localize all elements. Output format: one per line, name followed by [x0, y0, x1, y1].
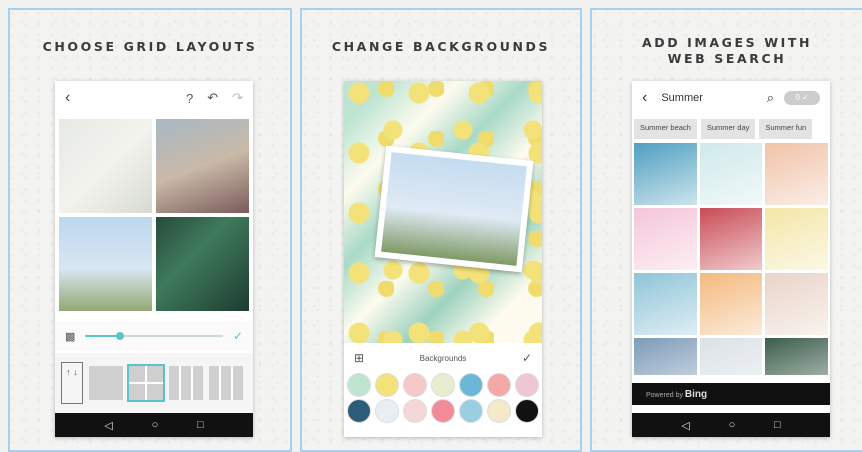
collage-photo-palm-girl[interactable]: [59, 217, 152, 311]
suggestion-chips: Summer beach Summer day Summer fun: [634, 119, 830, 139]
collage-photo-palm-leaves[interactable]: [156, 217, 249, 311]
layout-four-grid[interactable]: [127, 364, 165, 402]
background-swatch[interactable]: [487, 373, 511, 397]
phone-screen-grid: ‹ ? ↶ ↷ ▩ ✓ ↑ ↓ ◁ ○ □: [55, 81, 253, 437]
nav-back-icon[interactable]: ◁: [104, 419, 112, 432]
background-swatch[interactable]: [375, 399, 399, 423]
backgrounds-label: Backgrounds: [419, 353, 467, 363]
search-result-image[interactable]: [699, 208, 763, 270]
background-swatch[interactable]: [431, 399, 455, 423]
suggestion-chip[interactable]: Summer day: [700, 119, 756, 139]
caption-line-1: ADD IMAGES WITH: [641, 35, 813, 50]
background-swatch[interactable]: [375, 373, 399, 397]
background-swatch[interactable]: [459, 399, 483, 423]
powered-by-bing: Powered by Bing: [632, 383, 830, 405]
redo-icon[interactable]: ↷: [232, 90, 243, 106]
search-result-image[interactable]: [765, 273, 828, 335]
layout-icon[interactable]: ⊞: [354, 351, 364, 365]
background-swatch[interactable]: [459, 373, 483, 397]
border-slider[interactable]: [85, 332, 223, 340]
background-swatch[interactable]: [403, 373, 427, 397]
confirm-check-icon[interactable]: ✓: [233, 329, 243, 343]
back-icon[interactable]: ‹: [65, 89, 70, 107]
collage-photo-drinks[interactable]: [59, 119, 152, 213]
help-icon[interactable]: ?: [186, 91, 193, 106]
search-result-image[interactable]: [634, 143, 697, 205]
panel-web-search: ADD IMAGES WITH WEB SEARCH ‹ Summer ⌕ 0 …: [590, 8, 862, 452]
search-icon[interactable]: ⌕: [767, 90, 774, 106]
suggestion-chip[interactable]: Summer fun: [759, 119, 813, 139]
caption-line-2: WEB SEARCH: [667, 51, 787, 66]
panel-backgrounds: CHANGE BACKGROUNDS ⊞ Backgrounds ✓: [300, 8, 582, 452]
phone-screen-backgrounds: ⊞ Backgrounds ✓: [344, 81, 542, 437]
background-pattern: [344, 81, 542, 343]
search-result-image[interactable]: [699, 143, 763, 205]
caption-web-search: ADD IMAGES WITH WEB SEARCH: [592, 35, 862, 67]
android-nav-bar: ◁ ○ □: [55, 413, 253, 437]
layout-three-columns[interactable]: [169, 366, 203, 400]
undo-icon[interactable]: ↶: [207, 90, 218, 106]
collage-photo-girl-sunglasses[interactable]: [156, 119, 249, 213]
framed-photo-image: [381, 152, 527, 266]
border-slider-row: ▩ ✓: [55, 321, 253, 351]
nav-recent-icon[interactable]: □: [774, 419, 781, 431]
search-result-image[interactable]: [765, 208, 828, 270]
collage-grid: [59, 119, 249, 311]
top-bar: ‹ ? ↶ ↷: [55, 81, 253, 115]
android-nav-bar: ◁ ○ □: [632, 413, 830, 437]
panel-grid-layouts: CHOOSE GRID LAYOUTS ‹ ? ↶ ↷ ▩ ✓ ↑ ↓ ◁ ○ …: [8, 8, 292, 452]
search-result-image[interactable]: [765, 143, 828, 205]
background-swatch[interactable]: [515, 399, 539, 423]
caption-grid-layouts: CHOOSE GRID LAYOUTS: [42, 39, 258, 54]
bing-logo: Bing: [684, 389, 708, 400]
layout-picker: ↑ ↓: [55, 353, 253, 413]
layout-mixed[interactable]: [209, 366, 243, 400]
back-icon[interactable]: ‹: [642, 89, 647, 107]
suggestion-chip[interactable]: Summer beach: [634, 119, 697, 139]
search-result-image[interactable]: [634, 273, 697, 335]
nav-home-icon[interactable]: ○: [729, 419, 736, 431]
backgrounds-toolbar: ⊞ Backgrounds ✓: [344, 343, 542, 373]
search-results-grid: [634, 143, 828, 375]
search-result-image[interactable]: [634, 208, 697, 270]
background-swatch[interactable]: [347, 399, 371, 423]
phone-screen-search: ‹ Summer ⌕ 0 ✓ Summer beach Summer day Sum…: [632, 81, 830, 437]
nav-home-icon[interactable]: ○: [152, 419, 159, 431]
background-swatch[interactable]: [487, 399, 511, 423]
powered-by-label: Powered by: [646, 392, 683, 399]
pattern-icon[interactable]: ▩: [65, 330, 75, 343]
search-result-image[interactable]: [699, 273, 763, 335]
search-result-image[interactable]: [634, 338, 697, 375]
nav-recent-icon[interactable]: □: [197, 419, 204, 431]
slider-handle[interactable]: [115, 332, 124, 340]
nav-back-icon[interactable]: ◁: [681, 419, 689, 432]
confirm-check-icon[interactable]: ✓: [522, 351, 532, 365]
background-swatch[interactable]: [431, 373, 455, 397]
framed-photo[interactable]: [374, 145, 534, 273]
search-query-title[interactable]: Summer: [661, 92, 766, 104]
selected-count-toggle[interactable]: 0 ✓: [784, 91, 820, 105]
background-swatches: [344, 373, 542, 423]
background-swatch[interactable]: [515, 373, 539, 397]
search-result-image[interactable]: [699, 338, 763, 375]
search-top-bar: ‹ Summer ⌕ 0 ✓: [632, 81, 830, 115]
search-result-image[interactable]: [765, 338, 828, 375]
layout-single[interactable]: [89, 366, 123, 400]
caption-backgrounds: CHANGE BACKGROUNDS: [331, 39, 551, 54]
layout-scroll-icon[interactable]: ↑ ↓: [61, 362, 83, 404]
background-swatch[interactable]: [347, 373, 371, 397]
background-swatch[interactable]: [403, 399, 427, 423]
